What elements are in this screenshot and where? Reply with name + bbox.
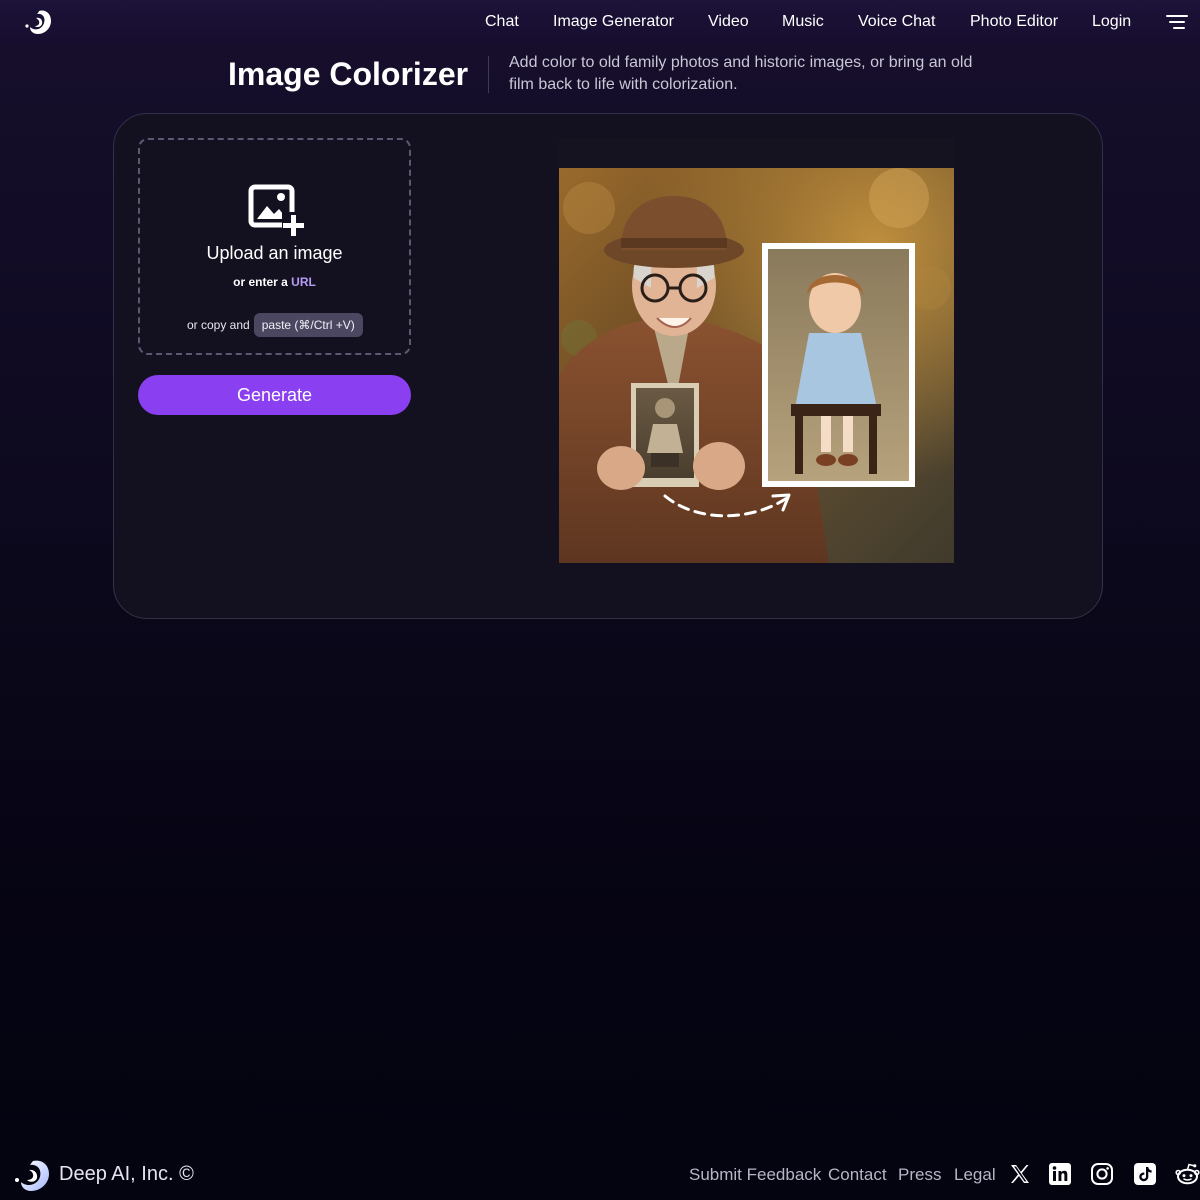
page-subtitle: Add color to old family photos and histo… xyxy=(509,54,973,93)
paste-button[interactable]: paste (⌘/Ctrl +V) xyxy=(253,313,363,337)
hamburger-menu-icon[interactable] xyxy=(1166,14,1188,30)
paste-line: or copy and paste (⌘/Ctrl +V) xyxy=(187,313,363,337)
top-nav-bar: Chat Image Generator Video Music Voice C… xyxy=(0,0,1200,44)
footer-submit-feedback-link[interactable]: Submit Feedback xyxy=(689,1165,821,1185)
example-colorized-photo xyxy=(559,168,954,563)
image-add-icon xyxy=(248,184,304,238)
nav-music[interactable]: Music xyxy=(782,13,824,31)
linkedin-icon[interactable] xyxy=(1048,1162,1072,1186)
url-line: or enter a URL xyxy=(140,275,409,289)
title-divider xyxy=(488,56,489,93)
nav-photo-editor[interactable]: Photo Editor xyxy=(970,13,1058,31)
footer-brand: Deep AI, Inc. © xyxy=(59,1163,194,1185)
upload-title: Upload an image xyxy=(206,243,343,263)
preview-frame xyxy=(559,138,954,563)
url-prefix: or enter a xyxy=(233,275,288,289)
deepai-footer-logo-icon[interactable] xyxy=(14,1158,50,1192)
footer-legal-link[interactable]: Legal xyxy=(954,1165,996,1185)
tiktok-icon[interactable] xyxy=(1133,1162,1157,1186)
reddit-icon[interactable] xyxy=(1175,1162,1200,1186)
nav-video[interactable]: Video xyxy=(708,13,749,31)
footer-contact-link[interactable]: Contact xyxy=(828,1165,887,1185)
nav-login[interactable]: Login xyxy=(1092,13,1131,31)
footer-press-link[interactable]: Press xyxy=(898,1165,941,1185)
nav-image-generator[interactable]: Image Generator xyxy=(553,13,674,31)
x-icon[interactable] xyxy=(1008,1162,1032,1186)
enter-url-link[interactable]: URL xyxy=(291,275,316,289)
nav-voice-chat[interactable]: Voice Chat xyxy=(858,13,935,31)
image-upload-dropzone[interactable]: Upload an image or enter a URL or copy a… xyxy=(138,138,411,355)
page-title: Image Colorizer xyxy=(228,56,469,92)
nav-chat[interactable]: Chat xyxy=(485,13,519,31)
generate-button[interactable]: Generate xyxy=(138,375,411,415)
deepai-logo-icon[interactable] xyxy=(25,9,52,35)
paste-prefix: or copy and xyxy=(187,318,250,332)
instagram-icon[interactable] xyxy=(1090,1162,1114,1186)
